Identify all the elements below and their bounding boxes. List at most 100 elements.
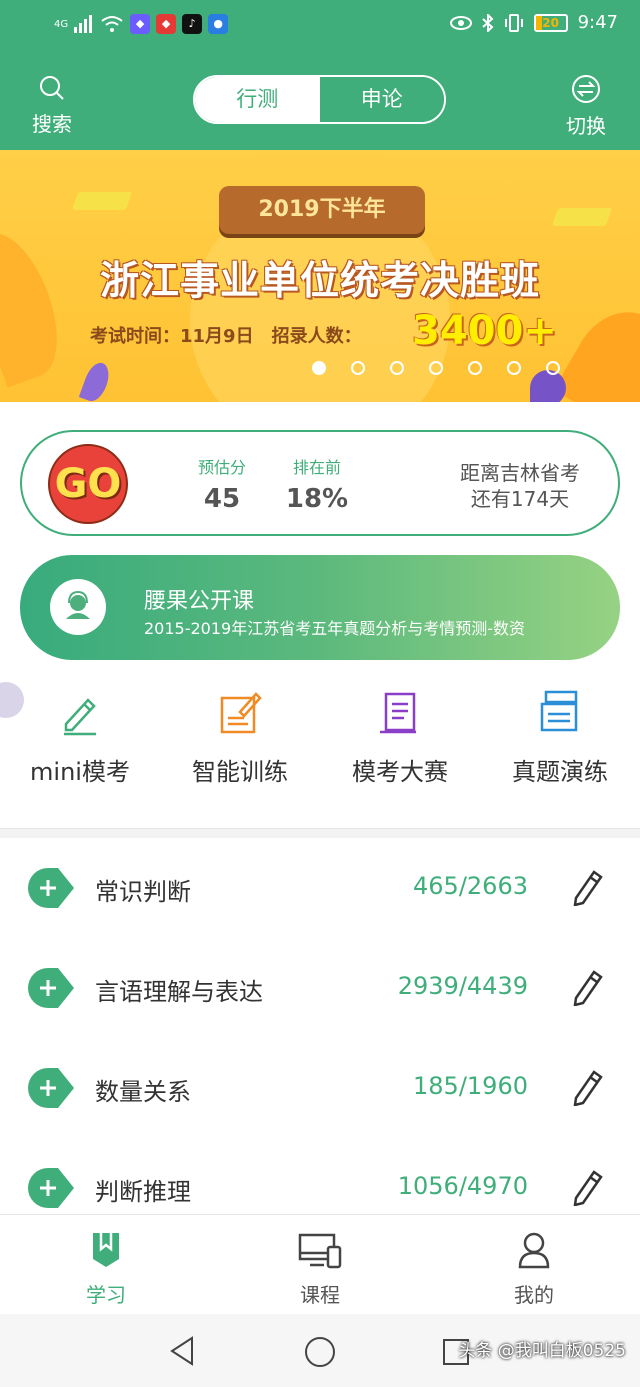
avatar-text: GO <box>54 461 122 507</box>
subject-progress: 1056/4970 <box>397 1172 528 1200</box>
network-label: 4G <box>54 18 69 30</box>
swap-icon <box>572 75 600 103</box>
quick-item-smart-training[interactable]: 智能训练 <box>160 688 320 787</box>
quick-item-past-papers[interactable]: 真题演练 <box>480 688 640 787</box>
switch-button[interactable]: 切换 <box>556 74 616 139</box>
quick-item-label: 真题演练 <box>512 758 608 786</box>
course-subtitle: 2015-2019年江苏省考五年真题分析与考情预测-数资 <box>144 619 525 638</box>
pencil-icon <box>64 698 96 736</box>
quick-item-mock-contest[interactable]: 模考大赛 <box>320 688 480 787</box>
system-nav-bar: 头条 @我叫白板0525 <box>0 1314 640 1387</box>
app-notification-icon: ● <box>208 14 229 34</box>
vibrate-icon <box>504 13 523 32</box>
subject-progress: 2939/4439 <box>397 972 528 1000</box>
expand-plus-icon[interactable] <box>28 1068 74 1108</box>
bluetooth-icon <box>481 13 494 32</box>
quick-item-label: 模考大赛 <box>352 758 448 786</box>
list-item[interactable]: 常识判断 465/2663 <box>0 838 640 938</box>
open-course-banner[interactable]: 腰果公开课 2015-2019年江苏省考五年真题分析与考情预测-数资 <box>20 555 620 660</box>
app-notification-icon: ◆ <box>156 14 177 34</box>
score-card[interactable]: GO 预估分 45 排在前 18% 距离吉林省考 还有174天 <box>20 430 620 536</box>
expand-plus-icon[interactable] <box>28 868 74 908</box>
note-edit-icon <box>220 692 262 734</box>
scroll-icon <box>380 692 416 734</box>
carousel-dots <box>312 361 560 375</box>
quick-item-mini-mock[interactable]: mini模考 <box>0 688 160 787</box>
carousel-dot[interactable] <box>507 361 521 375</box>
battery-icon: 20 <box>533 13 568 32</box>
wifi-icon <box>101 16 123 32</box>
stat-value: 18% <box>285 484 349 514</box>
home-icon[interactable] <box>304 1336 336 1368</box>
subject-progress: 465/2663 <box>413 872 528 900</box>
grad-cap-decoration <box>551 208 613 226</box>
edit-pencil-icon[interactable] <box>570 868 604 906</box>
quick-menu: mini模考 智能训练 模考大赛 真题演练 <box>0 680 640 820</box>
banner-highlight: 3400+ <box>412 308 557 354</box>
carousel-dot[interactable] <box>429 361 443 375</box>
signal-icon <box>74 15 93 33</box>
status-right: 20 9:47 <box>449 12 618 33</box>
bookmark-book-icon <box>93 1233 119 1267</box>
clock: 9:47 <box>577 12 618 33</box>
quick-item-label: 智能训练 <box>192 758 288 786</box>
promo-banner[interactable]: 2019下半年 浙江事业单位统考决胜班 考试时间：11月9日 招录人数： 340… <box>0 150 640 402</box>
subject-name: 言语理解与表达 <box>95 978 263 1006</box>
list-item[interactable]: 言语理解与表达 2939/4439 <box>0 938 640 1038</box>
expand-plus-icon[interactable] <box>28 968 74 1008</box>
carousel-dot[interactable] <box>312 361 326 375</box>
search-button[interactable]: 搜索 <box>22 74 82 137</box>
tab-xingce[interactable]: 行测 <box>195 77 320 122</box>
status-bar: 4G ◆ ◆ ♪ ● 20 9:47 <box>0 0 640 50</box>
nav-label: 学习 <box>86 1283 126 1307</box>
back-icon[interactable] <box>168 1336 196 1366</box>
teacher-avatar-icon <box>50 579 106 635</box>
course-title: 腰果公开课 <box>144 589 255 614</box>
exam-countdown[interactable]: 距离吉林省考 还有174天 <box>460 460 580 512</box>
banner-info: 考试时间：11月9日 招录人数： <box>90 326 362 347</box>
section-divider <box>0 828 640 838</box>
nav-courses[interactable]: 课程 <box>260 1231 380 1308</box>
carousel-dot[interactable] <box>468 361 482 375</box>
tiktok-icon: ♪ <box>182 14 203 34</box>
battery-level: 20 <box>542 15 559 30</box>
app-header: 搜索 行测 申论 切换 <box>0 50 640 150</box>
leaf-decoration <box>553 294 640 402</box>
eye-icon <box>449 15 472 30</box>
leaf-decoration <box>78 359 114 402</box>
subject-switch: 行测 申论 <box>193 75 446 124</box>
list-item[interactable]: 数量关系 185/1960 <box>0 1038 640 1138</box>
grad-cap-decoration <box>71 192 133 210</box>
stat-label: 排在前 <box>292 458 341 477</box>
app-notification-icon: ◆ <box>130 14 151 34</box>
carousel-dot[interactable] <box>546 361 560 375</box>
stat-value: 45 <box>203 484 241 514</box>
countdown-line2: 还有174天 <box>470 487 570 511</box>
search-icon <box>40 76 64 100</box>
banner-title: 浙江事业单位统考决胜班 <box>99 259 540 304</box>
monitor-icon <box>298 1233 342 1269</box>
nav-study[interactable]: 学习 <box>46 1231 166 1308</box>
subject-name: 常识判断 <box>95 878 191 906</box>
stat-label: 预估分 <box>197 458 246 477</box>
edit-pencil-icon[interactable] <box>570 968 604 1006</box>
subject-progress: 185/1960 <box>413 1072 528 1100</box>
carousel-dot[interactable] <box>351 361 365 375</box>
watermark: 头条 @我叫白板0525 <box>458 1341 626 1361</box>
nav-label: 课程 <box>300 1283 340 1307</box>
subject-name: 数量关系 <box>95 1078 191 1106</box>
edit-pencil-icon[interactable] <box>570 1068 604 1106</box>
countdown-line1: 距离吉林省考 <box>460 461 580 485</box>
switch-label: 切换 <box>566 114 606 138</box>
quick-item-label: mini模考 <box>30 758 130 786</box>
carousel-dot[interactable] <box>390 361 404 375</box>
tab-shenlun[interactable]: 申论 <box>319 77 444 122</box>
user-icon <box>518 1232 550 1269</box>
status-left: 4G ◆ ◆ ♪ ● <box>54 14 229 34</box>
bottom-nav: 学习 课程 我的 <box>0 1214 640 1314</box>
stack-icon <box>540 690 578 732</box>
avatar[interactable]: GO <box>48 444 128 524</box>
nav-mine[interactable]: 我的 <box>474 1231 594 1308</box>
expand-plus-icon[interactable] <box>28 1168 74 1208</box>
edit-pencil-icon[interactable] <box>570 1168 604 1206</box>
